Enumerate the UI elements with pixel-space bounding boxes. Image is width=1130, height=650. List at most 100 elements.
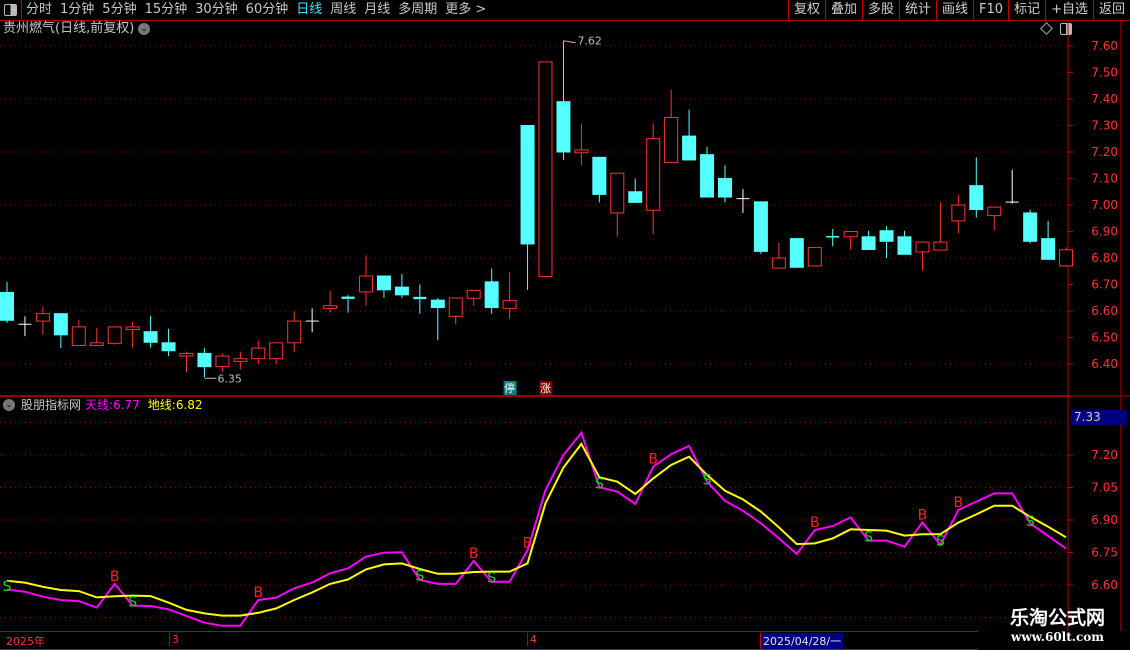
candle-body xyxy=(179,352,194,357)
candle-body xyxy=(89,342,104,346)
candle-body xyxy=(143,331,158,343)
candle-body xyxy=(718,178,732,198)
di-value: 6.82 xyxy=(175,398,203,412)
indicator-name[interactable]: 股朋指标网 xyxy=(21,397,81,413)
candle-body xyxy=(1059,249,1074,267)
watermark-url: www.60lt.com xyxy=(1011,630,1104,644)
price-axis-label: 6.50 xyxy=(1091,331,1118,345)
candle-body xyxy=(376,275,391,291)
tian-label: 天线: xyxy=(85,398,114,412)
price-axis-label: 6.40 xyxy=(1091,357,1118,371)
price-axis-label: 7.10 xyxy=(1091,172,1118,186)
candle-body xyxy=(1023,212,1038,242)
sell-signal: S xyxy=(3,579,12,595)
candle-body xyxy=(53,313,68,336)
sell-signal: S xyxy=(487,571,496,587)
limit-up-text: 涨 xyxy=(540,382,551,395)
candle-body xyxy=(35,313,50,322)
indicator-axis-label: 7.05 xyxy=(1091,481,1118,495)
candle-body xyxy=(502,299,517,309)
candle-body xyxy=(538,61,553,278)
candle-body xyxy=(71,326,86,346)
indicator-axis-label: 6.90 xyxy=(1091,513,1118,527)
price-axis-label: 7.20 xyxy=(1091,145,1118,159)
candle-body xyxy=(771,257,786,269)
candle-body xyxy=(359,275,373,293)
candle-body xyxy=(520,125,535,245)
candle-body xyxy=(628,191,643,203)
candle-body xyxy=(1041,238,1056,260)
sell-signal: S xyxy=(595,476,604,492)
sell-signal: S xyxy=(1026,514,1035,530)
kline-chart: 7.60 7.50 7.40 7.30 7.20 7.10 7.00 6.90 6.80 6.70… xyxy=(0,20,1130,631)
low-price-label: 6.35 xyxy=(217,372,242,385)
buy-signal: B xyxy=(469,546,479,562)
buy-signal: B xyxy=(810,515,820,531)
candle-body xyxy=(897,236,912,255)
chevron-down-icon[interactable]: ⌄ xyxy=(3,399,15,411)
sell-signal: S xyxy=(128,595,137,611)
price-axis-label: 7.30 xyxy=(1091,119,1118,133)
indicator-axis-label: 7.20 xyxy=(1091,448,1118,462)
candle-body xyxy=(484,281,499,309)
buy-signal: B xyxy=(918,507,928,523)
candle-body xyxy=(969,185,984,211)
candle-body xyxy=(287,320,302,344)
candle-body xyxy=(107,326,122,344)
date-axis: 2025年 3 4 2025/04/28/一 xyxy=(0,631,978,650)
candle-body xyxy=(161,342,176,352)
buy-signal: B xyxy=(648,452,658,468)
price-axis-label: 7.40 xyxy=(1091,92,1118,106)
price-axis-label: 6.60 xyxy=(1091,304,1118,318)
sell-signal: S xyxy=(703,472,712,488)
tian-line xyxy=(6,430,1067,627)
price-axis-label: 7.50 xyxy=(1091,66,1118,80)
candle-body xyxy=(682,135,697,161)
candle-body xyxy=(197,352,212,368)
candle-body xyxy=(700,154,715,198)
cursor-value-readout: 7.33 xyxy=(1071,410,1127,425)
candle-body xyxy=(269,342,284,360)
candle-body xyxy=(646,138,661,211)
candle-body xyxy=(933,241,948,251)
sell-signal: S xyxy=(936,534,945,550)
price-axis-label: 6.70 xyxy=(1091,278,1118,292)
indicator-axis-label: 6.75 xyxy=(1091,546,1118,560)
candle-body xyxy=(556,101,571,153)
candle-body xyxy=(574,149,589,154)
candle-body xyxy=(466,289,481,299)
sell-signal: S xyxy=(864,529,873,545)
watermark: 乐淘公式网 www.60lt.com xyxy=(985,606,1130,644)
candle-body xyxy=(664,117,679,164)
buy-signal: B xyxy=(110,569,120,585)
buy-signal: B xyxy=(253,585,263,601)
candle-body xyxy=(394,286,409,296)
date-march: 3 xyxy=(169,633,179,646)
indicator-header: ⌄ 股朋指标网 天线: 6.77 地线: 6.82 xyxy=(3,397,203,413)
candle-body xyxy=(125,326,140,331)
candle-body xyxy=(233,358,248,362)
candle-body xyxy=(448,297,463,317)
price-axis-label: 7.60 xyxy=(1091,39,1118,53)
candle-body xyxy=(323,305,338,309)
date-year: 2025年 xyxy=(6,635,45,648)
buy-signal: B xyxy=(954,495,964,511)
candle-body xyxy=(789,238,804,268)
high-arrow xyxy=(563,40,576,44)
candle-body xyxy=(987,206,1002,217)
price-axis-label: 6.90 xyxy=(1091,225,1118,239)
price-axis-label: 6.80 xyxy=(1091,251,1118,265)
date-april: 4 xyxy=(527,633,537,646)
candle-body xyxy=(0,291,14,321)
watermark-cn: 乐淘公式网 xyxy=(1009,607,1105,629)
candle-body xyxy=(915,241,930,253)
candle-body xyxy=(430,299,445,309)
sell-signal: S xyxy=(415,569,424,585)
buy-signal: B xyxy=(523,535,533,551)
candle-body xyxy=(807,246,822,267)
candle-body xyxy=(951,204,966,222)
price-axis-label: 7.00 xyxy=(1091,198,1118,212)
candle-body xyxy=(215,355,230,368)
candle-body xyxy=(879,230,894,242)
tian-value: 6.77 xyxy=(113,398,140,412)
